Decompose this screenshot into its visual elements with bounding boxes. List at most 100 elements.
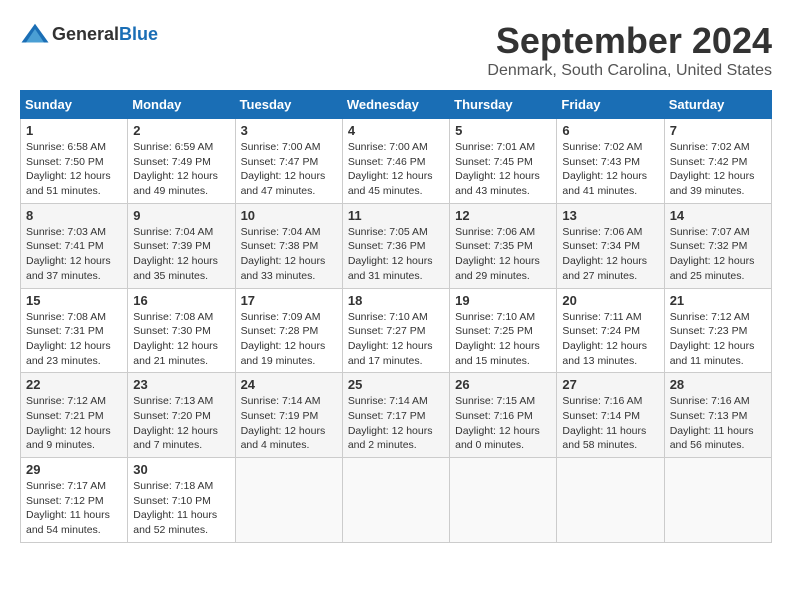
logo-text: GeneralBlue [52,24,158,46]
day-info: Sunrise: 7:12 AMSunset: 7:21 PMDaylight:… [26,394,122,453]
day-number: 7 [670,123,766,138]
day-info: Sunrise: 7:03 AMSunset: 7:41 PMDaylight:… [26,225,122,284]
calendar-day-cell: 9 Sunrise: 7:04 AMSunset: 7:39 PMDaylight… [128,203,235,288]
calendar-day-cell [664,458,771,543]
day-info: Sunrise: 7:09 AMSunset: 7:28 PMDaylight:… [241,310,337,369]
day-number: 17 [241,293,337,308]
day-number: 16 [133,293,229,308]
calendar-week-row: 8 Sunrise: 7:03 AMSunset: 7:41 PMDaylight… [21,203,772,288]
day-number: 10 [241,208,337,223]
calendar-day-cell [235,458,342,543]
calendar-day-cell: 13 Sunrise: 7:06 AMSunset: 7:34 PMDayligh… [557,203,664,288]
calendar-day-cell: 19 Sunrise: 7:10 AMSunset: 7:25 PMDayligh… [450,288,557,373]
weekday-header-cell: Wednesday [342,91,449,119]
calendar-day-cell: 15 Sunrise: 7:08 AMSunset: 7:31 PMDayligh… [21,288,128,373]
logo-blue: Blue [119,24,158,44]
calendar-day-cell: 20 Sunrise: 7:11 AMSunset: 7:24 PMDayligh… [557,288,664,373]
day-info: Sunrise: 7:17 AMSunset: 7:12 PMDaylight:… [26,479,122,538]
day-number: 11 [348,208,444,223]
day-number: 18 [348,293,444,308]
day-number: 20 [562,293,658,308]
calendar-day-cell: 1 Sunrise: 6:58 AMSunset: 7:50 PMDaylight… [21,119,128,204]
day-info: Sunrise: 7:04 AMSunset: 7:39 PMDaylight:… [133,225,229,284]
calendar-day-cell: 5 Sunrise: 7:01 AMSunset: 7:45 PMDaylight… [450,119,557,204]
calendar-table: SundayMondayTuesdayWednesdayThursdayFrid… [20,90,772,543]
calendar-day-cell: 24 Sunrise: 7:14 AMSunset: 7:19 PMDayligh… [235,373,342,458]
weekday-header-row: SundayMondayTuesdayWednesdayThursdayFrid… [21,91,772,119]
day-info: Sunrise: 7:08 AMSunset: 7:31 PMDaylight:… [26,310,122,369]
calendar-day-cell: 17 Sunrise: 7:09 AMSunset: 7:28 PMDayligh… [235,288,342,373]
weekday-header-cell: Friday [557,91,664,119]
day-info: Sunrise: 7:06 AMSunset: 7:35 PMDaylight:… [455,225,551,284]
day-info: Sunrise: 7:10 AMSunset: 7:27 PMDaylight:… [348,310,444,369]
day-info: Sunrise: 7:13 AMSunset: 7:20 PMDaylight:… [133,394,229,453]
day-info: Sunrise: 7:08 AMSunset: 7:30 PMDaylight:… [133,310,229,369]
calendar-day-cell: 6Sunrise: 7:02 AMSunset: 7:43 PMDaylight… [557,119,664,204]
calendar-week-row: 22Sunrise: 7:12 AMSunset: 7:21 PMDayligh… [21,373,772,458]
day-info: Sunrise: 6:58 AMSunset: 7:50 PMDaylight:… [26,140,122,199]
day-number: 6 [562,123,658,138]
day-number: 27 [562,377,658,392]
day-info: Sunrise: 6:59 AMSunset: 7:49 PMDaylight:… [133,140,229,199]
day-info: Sunrise: 7:04 AMSunset: 7:38 PMDaylight:… [241,225,337,284]
calendar-day-cell: 7 Sunrise: 7:02 AMSunset: 7:42 PMDaylight… [664,119,771,204]
month-title: September 2024 [487,20,772,62]
calendar-day-cell: 3Sunrise: 7:00 AMSunset: 7:47 PMDaylight… [235,119,342,204]
calendar-day-cell: 25 Sunrise: 7:14 AMSunset: 7:17 PMDayligh… [342,373,449,458]
day-info: Sunrise: 7:01 AMSunset: 7:45 PMDaylight:… [455,140,551,199]
day-number: 30 [133,462,229,477]
day-number: 15 [26,293,122,308]
calendar-week-row: 15 Sunrise: 7:08 AMSunset: 7:31 PMDayligh… [21,288,772,373]
day-number: 5 [455,123,551,138]
day-number: 12 [455,208,551,223]
calendar-day-cell: 11 Sunrise: 7:05 AMSunset: 7:36 PMDayligh… [342,203,449,288]
calendar-day-cell: 28Sunrise: 7:16 AMSunset: 7:13 PMDayligh… [664,373,771,458]
day-info: Sunrise: 7:06 AMSunset: 7:34 PMDaylight:… [562,225,658,284]
logo: GeneralBlue [20,20,158,50]
calendar-day-cell: 10 Sunrise: 7:04 AMSunset: 7:38 PMDayligh… [235,203,342,288]
day-number: 4 [348,123,444,138]
calendar-body: 1 Sunrise: 6:58 AMSunset: 7:50 PMDaylight… [21,119,772,543]
day-number: 13 [562,208,658,223]
day-info: Sunrise: 7:00 AMSunset: 7:47 PMDaylight:… [241,140,337,199]
location-title: Denmark, South Carolina, United States [487,62,772,80]
day-number: 9 [133,208,229,223]
day-number: 21 [670,293,766,308]
logo-icon [20,20,50,50]
day-number: 26 [455,377,551,392]
calendar-day-cell: 4Sunrise: 7:00 AMSunset: 7:46 PMDaylight… [342,119,449,204]
day-info: Sunrise: 7:14 AMSunset: 7:17 PMDaylight:… [348,394,444,453]
weekday-header-cell: Tuesday [235,91,342,119]
day-info: Sunrise: 7:15 AMSunset: 7:16 PMDaylight:… [455,394,551,453]
day-number: 1 [26,123,122,138]
day-info: Sunrise: 7:18 AMSunset: 7:10 PMDaylight:… [133,479,229,538]
day-number: 8 [26,208,122,223]
day-info: Sunrise: 7:10 AMSunset: 7:25 PMDaylight:… [455,310,551,369]
calendar-week-row: 29Sunrise: 7:17 AMSunset: 7:12 PMDayligh… [21,458,772,543]
calendar-day-cell: 14Sunrise: 7:07 AMSunset: 7:32 PMDayligh… [664,203,771,288]
day-info: Sunrise: 7:12 AMSunset: 7:23 PMDaylight:… [670,310,766,369]
weekday-header-cell: Thursday [450,91,557,119]
calendar-day-cell: 30 Sunrise: 7:18 AMSunset: 7:10 PMDayligh… [128,458,235,543]
calendar-day-cell: 12 Sunrise: 7:06 AMSunset: 7:35 PMDayligh… [450,203,557,288]
calendar-day-cell: 23 Sunrise: 7:13 AMSunset: 7:20 PMDayligh… [128,373,235,458]
title-section: September 2024 Denmark, South Carolina, … [487,20,772,80]
calendar-day-cell: 2Sunrise: 6:59 AMSunset: 7:49 PMDaylight… [128,119,235,204]
day-info: Sunrise: 7:16 AMSunset: 7:13 PMDaylight:… [670,394,766,453]
day-info: Sunrise: 7:16 AMSunset: 7:14 PMDaylight:… [562,394,658,453]
calendar-day-cell [450,458,557,543]
day-info: Sunrise: 7:05 AMSunset: 7:36 PMDaylight:… [348,225,444,284]
day-info: Sunrise: 7:02 AMSunset: 7:42 PMDaylight:… [670,140,766,199]
calendar-day-cell: 22Sunrise: 7:12 AMSunset: 7:21 PMDayligh… [21,373,128,458]
day-info: Sunrise: 7:11 AMSunset: 7:24 PMDaylight:… [562,310,658,369]
logo-general: General [52,24,119,44]
calendar-day-cell: 27 Sunrise: 7:16 AMSunset: 7:14 PMDayligh… [557,373,664,458]
day-number: 24 [241,377,337,392]
page-header: GeneralBlue September 2024 Denmark, Sout… [20,20,772,80]
day-number: 25 [348,377,444,392]
day-number: 19 [455,293,551,308]
day-number: 23 [133,377,229,392]
calendar-day-cell [557,458,664,543]
day-info: Sunrise: 7:14 AMSunset: 7:19 PMDaylight:… [241,394,337,453]
weekday-header-cell: Saturday [664,91,771,119]
